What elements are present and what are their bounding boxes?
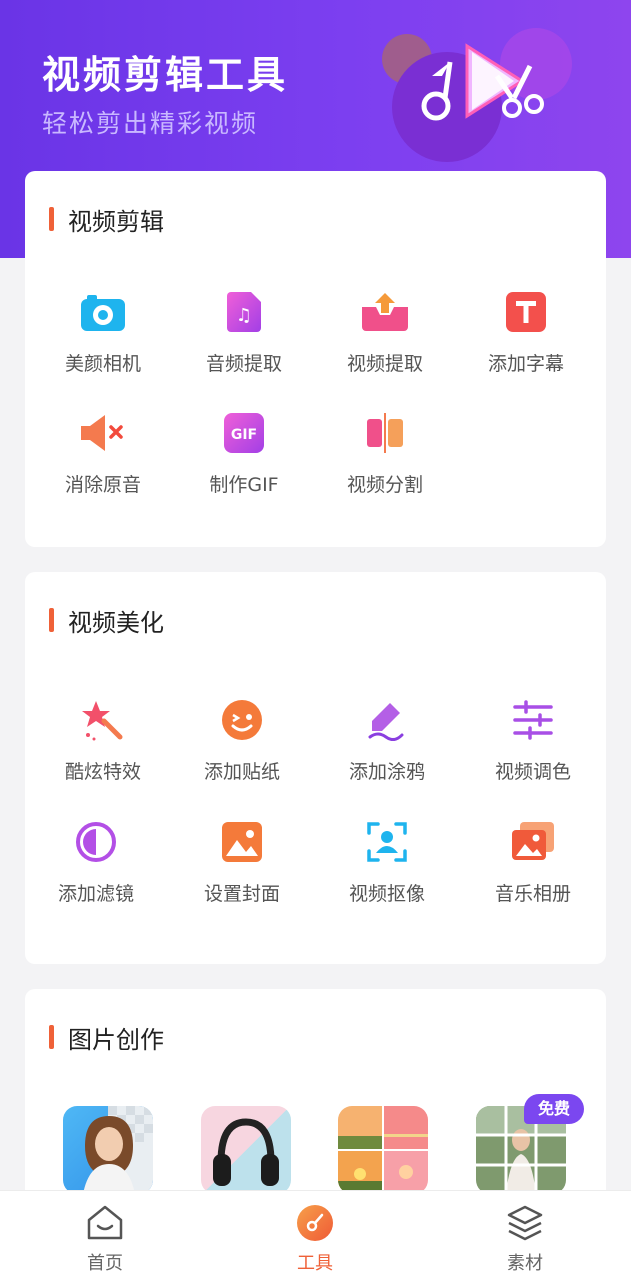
- section-card-video-edit: 视频剪辑 美颜相机 ♫ 音频提取 视频提取 添加字幕 消除原音 GIF 制作GI…: [25, 171, 606, 547]
- magic-wand-icon: [80, 697, 126, 743]
- tab-home[interactable]: 首页: [35, 1191, 175, 1281]
- tool-label: 视频提取: [346, 353, 423, 375]
- tool-video-split[interactable]: 视频分割: [315, 410, 455, 510]
- thumb-cutout-portrait[interactable]: [63, 1106, 153, 1194]
- text-t-icon: [503, 289, 549, 335]
- tool-label: 添加滤镜: [57, 883, 134, 905]
- tool-label: 消除原音: [64, 474, 141, 496]
- tab-materials[interactable]: 素材: [455, 1191, 595, 1281]
- thumb-headphones[interactable]: [201, 1106, 291, 1194]
- photo-album-icon: [510, 819, 556, 865]
- camera-icon: [80, 289, 126, 335]
- section-title: 视频剪辑: [68, 207, 164, 236]
- accent-bar: [49, 207, 54, 231]
- layers-icon: [505, 1203, 545, 1243]
- pen-scribble-icon: [364, 697, 410, 743]
- tool-add-subtitle[interactable]: 添加字幕: [456, 289, 596, 389]
- tool-label: 美颜相机: [64, 353, 141, 375]
- section-header: 图片创作: [49, 1023, 164, 1054]
- section-header: 视频剪辑: [49, 205, 164, 236]
- tool-video-extract[interactable]: 视频提取: [315, 289, 455, 389]
- section-title: 图片创作: [68, 1025, 164, 1054]
- banner-title: 视频剪辑工具: [42, 53, 289, 97]
- tool-add-doodle[interactable]: 添加涂鸦: [317, 697, 457, 797]
- tab-label: 素材: [507, 1253, 543, 1274]
- tool-audio-extract[interactable]: ♫ 音频提取: [174, 289, 314, 389]
- tool-label: 视频调色: [494, 761, 571, 783]
- gif-icon: GIF: [221, 410, 267, 456]
- mute-speaker-icon: [80, 410, 126, 456]
- tool-label: 酷炫特效: [64, 761, 141, 783]
- thumb-sunset-collage[interactable]: [338, 1106, 428, 1194]
- tab-tools[interactable]: 工具: [245, 1191, 385, 1281]
- section-header: 视频美化: [49, 606, 164, 637]
- tool-label: 设置封面: [203, 883, 280, 905]
- tool-add-sticker[interactable]: 添加贴纸: [172, 697, 312, 797]
- tool-label: 添加贴纸: [203, 761, 280, 783]
- music-file-icon: ♫: [221, 289, 267, 335]
- tool-label: 视频分割: [346, 474, 423, 496]
- tool-cool-effects[interactable]: 酷炫特效: [33, 697, 173, 797]
- bottom-tab-bar: 首页 工具 素材: [0, 1190, 631, 1281]
- tool-label: 音频提取: [205, 353, 282, 375]
- tab-label: 工具: [297, 1253, 333, 1274]
- filter-circle-icon: [73, 819, 119, 865]
- tool-label: 视频抠像: [348, 883, 425, 905]
- upload-tray-icon: [362, 289, 408, 335]
- banner-subtitle: 轻松剪出精彩视频: [42, 109, 259, 138]
- tool-label: 音乐相册: [494, 883, 571, 905]
- svg-text:GIF: GIF: [231, 427, 257, 443]
- tool-beauty-camera[interactable]: 美颜相机: [33, 289, 173, 389]
- scissors-music-icon: [421, 43, 544, 121]
- tool-label: 制作GIF: [209, 474, 279, 496]
- tool-label: 添加字幕: [487, 353, 564, 375]
- tool-music-album[interactable]: 音乐相册: [463, 819, 603, 919]
- tool-video-matting[interactable]: 视频抠像: [317, 819, 457, 919]
- tab-label: 首页: [87, 1253, 123, 1274]
- accent-bar: [49, 1025, 54, 1049]
- tool-make-gif[interactable]: GIF 制作GIF: [174, 410, 314, 510]
- section-card-video-beautify: 视频美化 酷炫特效 添加贴纸 添加涂鸦 视频调色 添加滤镜 设置封面 视频抠像 …: [25, 572, 606, 964]
- section-title: 视频美化: [68, 608, 164, 637]
- sliders-icon: [510, 697, 556, 743]
- tool-add-filter[interactable]: 添加滤镜: [26, 819, 166, 919]
- image-cover-icon: [219, 819, 265, 865]
- tool-color-grade[interactable]: 视频调色: [463, 697, 603, 797]
- tool-set-cover[interactable]: 设置封面: [172, 819, 312, 919]
- accent-bar: [49, 608, 54, 632]
- tool-label: 添加涂鸦: [348, 761, 425, 783]
- home-icon: [85, 1203, 125, 1243]
- free-badge: 免费: [524, 1094, 584, 1124]
- tool-remove-audio[interactable]: 消除原音: [33, 410, 173, 510]
- tools-icon: [295, 1203, 335, 1243]
- smiley-sticker-icon: [219, 697, 265, 743]
- portrait-scan-icon: [364, 819, 410, 865]
- split-icon: [362, 410, 408, 456]
- svg-text:♫: ♫: [236, 305, 252, 326]
